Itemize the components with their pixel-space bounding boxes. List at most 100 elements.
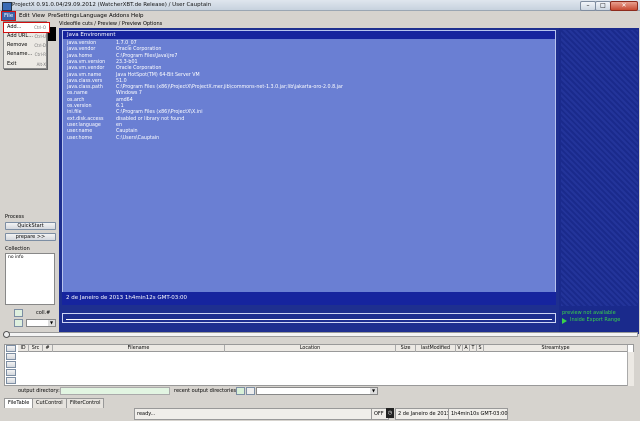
env-key: user.name bbox=[67, 129, 93, 135]
java-env-row: os.name Windows 7 bbox=[67, 91, 142, 96]
env-key: java.class.path bbox=[67, 85, 103, 91]
env-key: ext.disk.access bbox=[67, 116, 104, 122]
maximize-button[interactable]: □ bbox=[595, 1, 611, 11]
java-env-row: java.vm.version 23.3-b01 bbox=[67, 60, 138, 65]
process-label: Process bbox=[5, 214, 24, 220]
collection-select[interactable]: ▼ bbox=[26, 319, 56, 327]
env-key: java.vm.vendor bbox=[67, 66, 105, 72]
timeline-line bbox=[66, 319, 552, 320]
java-env-row: java.vendor Oracle Corporation bbox=[67, 47, 161, 52]
env-key: java.vm.name bbox=[67, 72, 102, 78]
output-directory-label: output directory: bbox=[18, 388, 60, 394]
col-last-modified[interactable]: lastModified bbox=[416, 345, 456, 352]
env-value: Java HotSpot(TM) 64-Bit Server VM bbox=[116, 72, 200, 78]
menu-view[interactable]: View bbox=[30, 12, 47, 20]
menu-item-add[interactable]: Add... Ctrl-O bbox=[3, 22, 50, 33]
tab-filetable[interactable]: FileTable bbox=[4, 398, 34, 408]
java-env-row: java.class.path C:\Program Files (x86)\Pr… bbox=[67, 85, 343, 90]
menu-help[interactable]: Help bbox=[129, 12, 146, 20]
preview-date-bar: 2 de Janeiro de 2013 1h4min12s GMT-03:00 bbox=[62, 292, 556, 305]
table-scrollbar[interactable] bbox=[627, 352, 634, 386]
env-key: os.arch bbox=[67, 97, 85, 103]
env-value: C:\Program Files\Java\jre7 bbox=[116, 53, 178, 59]
add-file-icon[interactable] bbox=[6, 345, 16, 352]
title-bar: ProjectX 0.91.0.04/29.09.2012 (WatcherXB… bbox=[0, 0, 640, 11]
menu-item-label: Add URL... bbox=[7, 33, 33, 39]
env-value: Oracle Corporation bbox=[116, 66, 162, 72]
menu-item-label: Rename... bbox=[7, 51, 33, 57]
env-value: amd64 bbox=[116, 97, 133, 103]
col-t[interactable]: T bbox=[470, 345, 477, 352]
java-env-row: user.name Cauptain bbox=[67, 129, 138, 134]
thumbnail-area bbox=[561, 30, 638, 306]
shortcut-label: Ctrl-U bbox=[34, 34, 47, 39]
col-size[interactable]: Size bbox=[396, 345, 416, 352]
output-directory-field[interactable] bbox=[60, 387, 170, 395]
tab-cutcontrol[interactable]: CutControl bbox=[32, 398, 67, 408]
menu-item-remove[interactable]: Remove Ctrl-D bbox=[4, 41, 49, 50]
env-value: en bbox=[116, 122, 122, 128]
menu-item-label: Remove bbox=[7, 42, 28, 48]
env-key: user.home bbox=[67, 135, 93, 141]
position-slider[interactable] bbox=[4, 332, 638, 337]
info-icon[interactable] bbox=[6, 361, 16, 368]
env-value: C:\Program Files (x86)\ProjectX\X.ini bbox=[116, 110, 203, 116]
shortcut-label: Ctrl-O bbox=[34, 25, 46, 30]
clock-icon: ◷ bbox=[386, 408, 394, 418]
add-directory-icon[interactable] bbox=[236, 387, 245, 395]
java-env-row: ext.disk.access disabled or library not f… bbox=[67, 117, 184, 122]
prepare-button[interactable]: prepare >> bbox=[5, 233, 56, 241]
menu-item-exit[interactable]: Exit Alt-X bbox=[4, 60, 49, 69]
col-num[interactable]: # bbox=[43, 345, 53, 352]
collection-action-icon[interactable] bbox=[14, 319, 23, 327]
close-button[interactable]: ✕ bbox=[610, 1, 638, 11]
recent-directories-select[interactable]: ▼ bbox=[256, 387, 378, 395]
play-icon bbox=[562, 318, 567, 324]
collection-info-text: no info bbox=[8, 255, 24, 260]
chevron-down-icon: ▼ bbox=[370, 388, 377, 394]
menu-bar: File Edit View PreSettings Language Addo… bbox=[0, 11, 640, 21]
cut-timeline[interactable] bbox=[62, 313, 556, 323]
move-up-icon[interactable] bbox=[6, 369, 16, 376]
menu-item-add-url[interactable]: Add URL... Ctrl-U bbox=[4, 32, 49, 41]
minimize-button[interactable]: – bbox=[580, 1, 596, 11]
env-key: java.version bbox=[67, 41, 97, 46]
col-location[interactable]: Location bbox=[225, 345, 396, 352]
col-a[interactable]: A bbox=[463, 345, 470, 352]
chevron-down-icon: ▼ bbox=[48, 320, 55, 326]
col-src[interactable]: Src bbox=[29, 345, 43, 352]
java-env-row: java.home C:\Program Files\Java\jre7 bbox=[67, 54, 177, 59]
env-value: C:\Users\Cauptain bbox=[116, 135, 160, 141]
app-icon bbox=[2, 2, 12, 11]
col-streamtype[interactable]: Streamtype bbox=[484, 345, 628, 352]
menu-item-rename[interactable]: Rename... Ctrl-R bbox=[4, 50, 49, 59]
move-down-icon[interactable] bbox=[6, 377, 16, 384]
env-value: Oracle Corporation bbox=[116, 47, 162, 53]
shortcut-label: Ctrl-D bbox=[34, 43, 46, 48]
env-key: os.version bbox=[67, 104, 92, 109]
quickstart-button[interactable]: QuickStart bbox=[5, 222, 56, 230]
shortcut-label: Alt-X bbox=[36, 62, 46, 67]
java-env-row: java.class.vers 51.0 bbox=[67, 79, 127, 84]
remove-directory-icon[interactable] bbox=[246, 387, 255, 395]
env-key: java.vm.version bbox=[67, 59, 106, 65]
java-env-header: Java Environment bbox=[63, 31, 555, 39]
col-filename[interactable]: Filename bbox=[53, 345, 225, 352]
status-text: ready... bbox=[134, 408, 374, 420]
remove-file-icon[interactable] bbox=[6, 353, 16, 360]
java-env-row: java.version 1.7.0_07 bbox=[67, 41, 137, 46]
col-id[interactable]: ID bbox=[18, 345, 29, 352]
add-collection-icon[interactable] bbox=[14, 309, 23, 317]
env-value: Windows 7 bbox=[116, 91, 142, 97]
tab-filtercontrol[interactable]: FilterControl bbox=[66, 398, 105, 408]
col-v[interactable]: V bbox=[456, 345, 463, 352]
collection-label: Collection bbox=[5, 246, 30, 252]
slider-handle[interactable] bbox=[3, 331, 10, 338]
menu-presettings[interactable]: PreSettings bbox=[46, 12, 81, 20]
menu-addons[interactable]: Addons bbox=[107, 12, 131, 20]
col-s[interactable]: S bbox=[477, 345, 484, 352]
menu-file[interactable]: File bbox=[0, 11, 17, 21]
status-date: 2 de Janeiro de 2013 bbox=[395, 408, 451, 420]
env-value: Cauptain bbox=[116, 129, 138, 135]
menu-language[interactable]: Language bbox=[78, 12, 109, 20]
